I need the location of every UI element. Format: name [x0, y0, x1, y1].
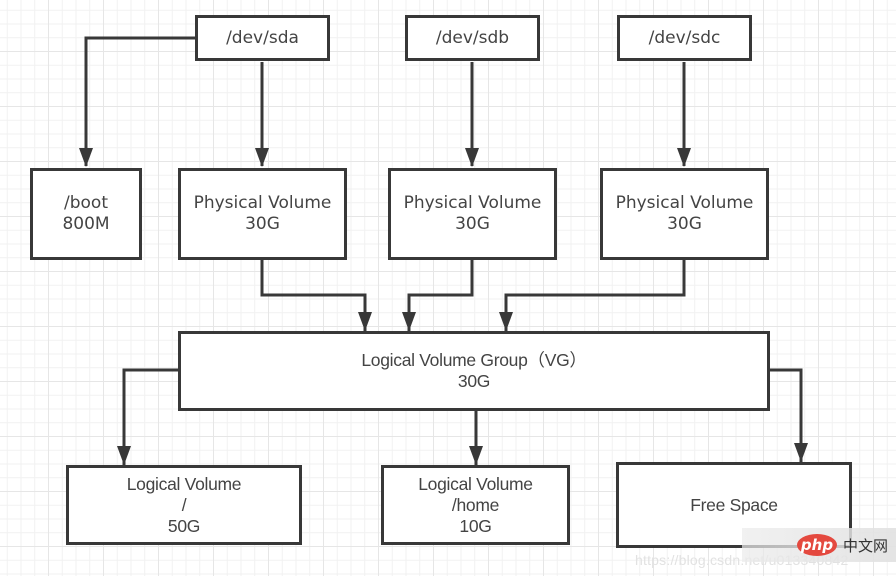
node-line: 10G: [459, 515, 492, 536]
disk-sdc: /dev/sdc: [617, 15, 752, 61]
php-logo-icon: php: [797, 534, 837, 556]
node-line: 50G: [167, 515, 201, 536]
node-line: 30G: [245, 214, 280, 234]
node-line: Logical Volume: [126, 473, 242, 494]
node-line: 30G: [667, 214, 702, 234]
logical-volume-home: Logical Volume /home 10G: [381, 465, 570, 545]
arrowhead-vg-1: [358, 312, 372, 331]
arrowhead-lvhome: [469, 446, 483, 465]
node-line: Physical Volume: [403, 193, 542, 213]
arrowhead-boot: [79, 148, 93, 167]
arrowhead-pv3: [677, 148, 691, 167]
connector-pv3-vg: [504, 259, 686, 331]
node-line: 800M: [62, 214, 110, 234]
arrowhead-free: [794, 443, 808, 462]
arrowhead-vg-3: [499, 312, 513, 331]
node-line: /boot: [64, 193, 108, 213]
disk-sdb: /dev/sdb: [405, 15, 540, 61]
arrowhead-vg-2: [402, 312, 416, 331]
node-line: /home: [451, 494, 500, 515]
node-line: /: [181, 494, 187, 515]
partition-boot: /boot 800M: [30, 168, 142, 260]
node-line: 30G: [455, 214, 490, 234]
watermark-site-label: 中文网: [843, 536, 889, 555]
logical-volume-root: Logical Volume / 50G: [66, 465, 302, 545]
node-line: Physical Volume: [615, 193, 754, 213]
arrowhead-pv2: [465, 148, 479, 167]
connector-pv1-vg: [260, 259, 367, 331]
arrowhead-lvroot: [117, 446, 131, 465]
physical-volume-1: Physical Volume 30G: [178, 168, 347, 260]
physical-volume-3: Physical Volume 30G: [600, 168, 769, 260]
node-line: 30G: [457, 371, 491, 391]
connector-sda-boot: [84, 36, 196, 166]
disk-sda: /dev/sda: [195, 15, 330, 61]
node-line: Logical Volume: [418, 473, 533, 494]
watermark-badge[interactable]: php 中文网: [742, 528, 896, 562]
node-line: Physical Volume: [193, 193, 332, 213]
node-line: Logical Volume Group（VG）: [361, 350, 587, 370]
arrowhead-pv1: [255, 148, 269, 167]
disk-label: /dev/sda: [226, 27, 299, 48]
disk-label: /dev/sdb: [435, 27, 510, 48]
physical-volume-2: Physical Volume 30G: [388, 168, 557, 260]
connector-pv2-vg: [407, 259, 474, 331]
connector-vg-lvroot: [122, 368, 179, 465]
node-line: Free Space: [690, 494, 778, 515]
disk-label: /dev/sdc: [648, 27, 721, 48]
volume-group: Logical Volume Group（VG） 30G: [178, 331, 770, 411]
